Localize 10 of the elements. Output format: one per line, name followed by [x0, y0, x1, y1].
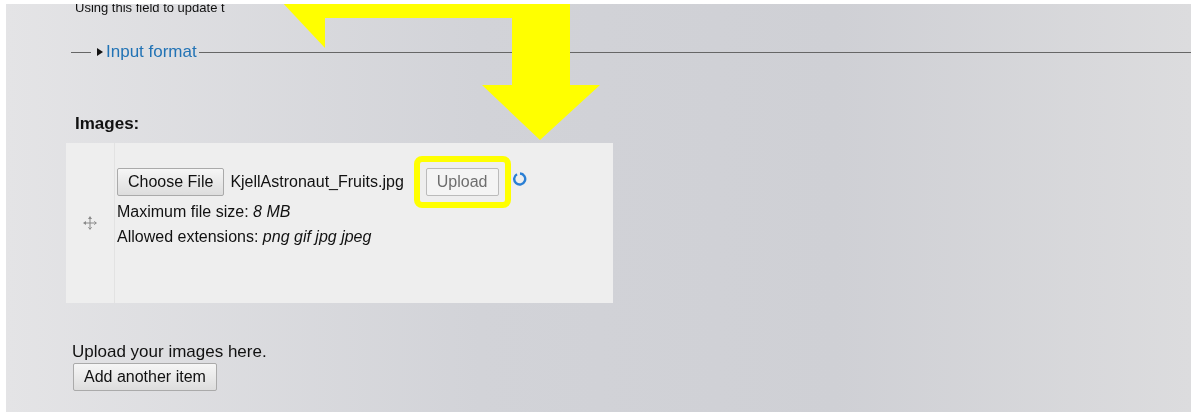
- field-label: Images:: [75, 114, 140, 134]
- allowed-extensions-text: Allowed extensions: png gif jpg jpeg: [117, 228, 373, 246]
- choose-file-button[interactable]: Choose File: [117, 168, 225, 196]
- loading-icon: [512, 172, 527, 186]
- file-name: KjellAstronaut_Fruits.jpg: [230, 173, 404, 191]
- add-item-button[interactable]: Add another item: [73, 363, 217, 391]
- help-text: Upload your images here.: [72, 342, 267, 362]
- max-file-size-text: Maximum file size: 8 MB: [117, 203, 292, 221]
- input-format-link[interactable]: Input format: [106, 42, 197, 62]
- move-icon[interactable]: [83, 216, 97, 230]
